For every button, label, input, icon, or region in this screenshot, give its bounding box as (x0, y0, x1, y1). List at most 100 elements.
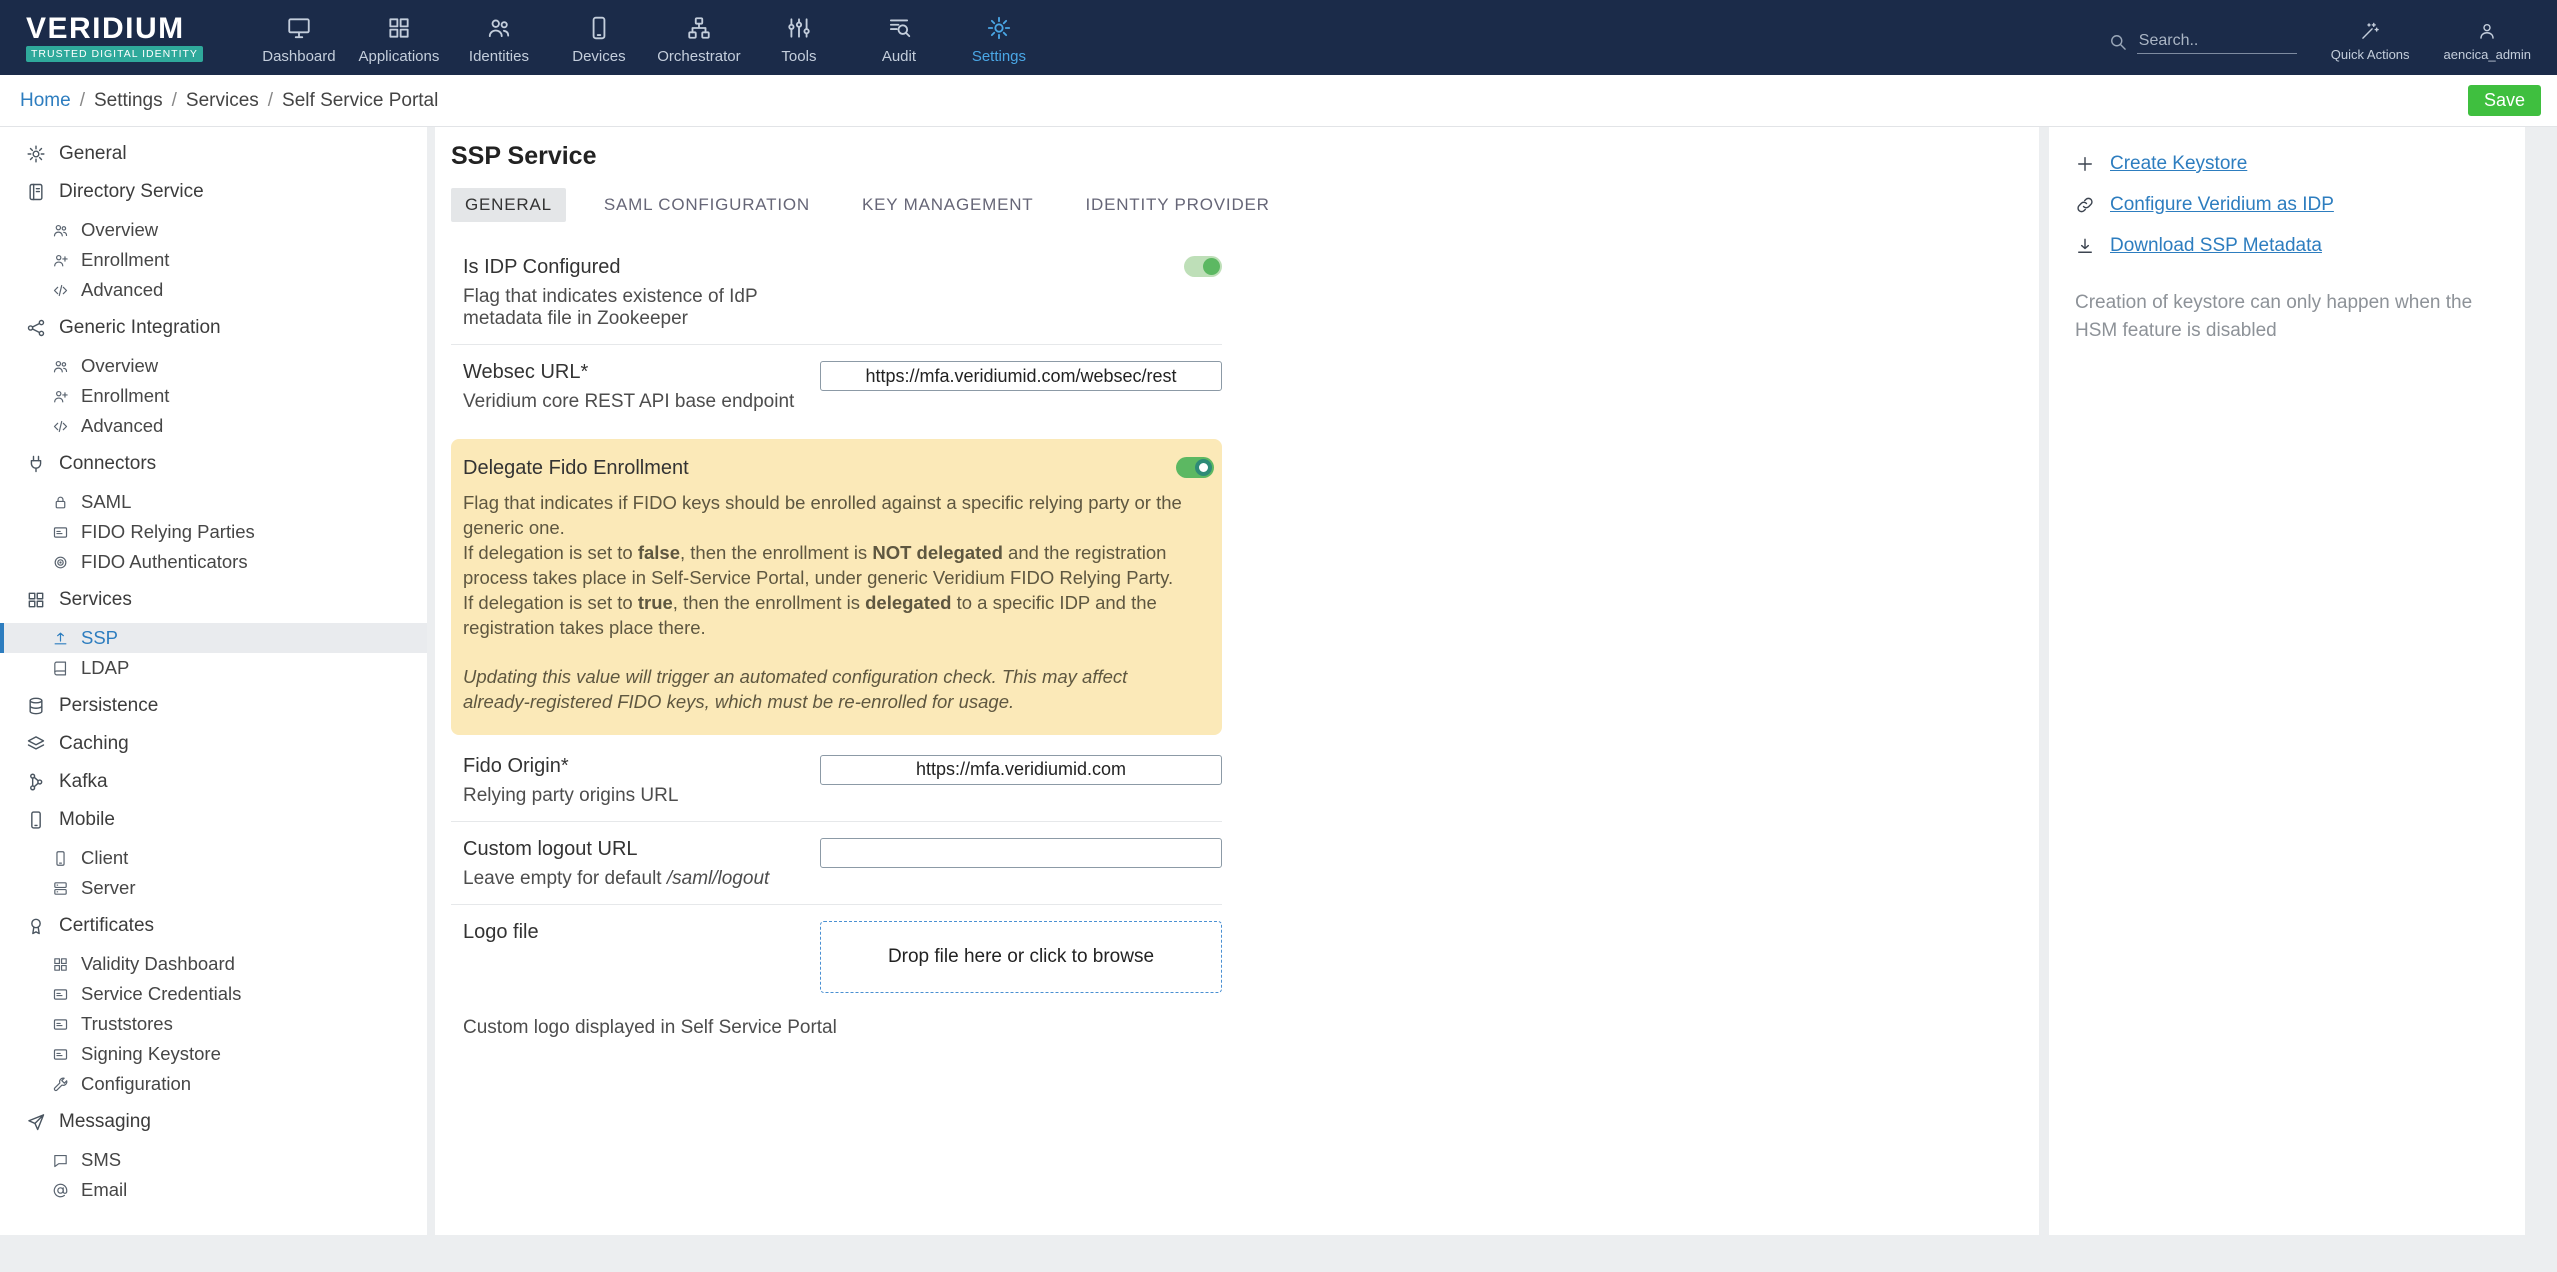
nav-item-devices[interactable]: Devices (549, 11, 649, 65)
sidebar-item-truststores[interactable]: Truststores (0, 1009, 427, 1039)
sidebar-item-ssp[interactable]: SSP (0, 623, 427, 653)
card-icon (52, 1016, 69, 1033)
search-icon[interactable] (2108, 32, 2128, 52)
sidebar-item-label: General (59, 143, 127, 164)
custom-logout-input[interactable] (820, 837, 1222, 868)
sidebar-item-kafka[interactable]: Kafka (0, 767, 427, 797)
sidebar-item-email[interactable]: Email (0, 1175, 427, 1205)
sidebar-item-generic-integration[interactable]: Generic Integration (0, 313, 427, 343)
card-icon (52, 986, 69, 1003)
tab-key-management[interactable]: KEY MANAGEMENT (848, 188, 1047, 222)
settings-sidebar: General Directory Service Overview Enrol… (0, 127, 427, 1235)
phone-icon (52, 850, 69, 867)
sidebar-item-label: Signing Keystore (81, 1043, 221, 1064)
nav-item-audit[interactable]: Audit (849, 11, 949, 65)
tab-identity-provider[interactable]: IDENTITY PROVIDER (1071, 188, 1283, 222)
sidebar-item-label: Client (81, 847, 129, 868)
sidebar-item-sms[interactable]: SMS (0, 1145, 427, 1175)
save-button[interactable]: Save (2467, 85, 2541, 116)
configure-veridium-idp-link[interactable]: Configure Veridium as IDP (2075, 194, 2507, 216)
nav-item-label: Identities (468, 47, 529, 65)
is-idp-configured-toggle[interactable] (1184, 256, 1222, 277)
chat-icon (52, 1152, 69, 1169)
nav-item-tools[interactable]: Tools (749, 11, 849, 65)
sidebar-item-label: SAML (81, 491, 132, 512)
action-label: Create Keystore (2110, 153, 2248, 174)
sidebar-item-fido-relying-parties[interactable]: FIDO Relying Parties (0, 517, 427, 547)
main-nav-items: Dashboard Applications Identities Device… (249, 11, 1049, 65)
hsm-note: Creation of keystore can only happen whe… (2075, 292, 2473, 341)
sidebar-item-persistence[interactable]: Persistence (0, 691, 427, 721)
field-fido-origin: Fido Origin* Relying party origins URL (451, 739, 1222, 821)
sidebar-item-label: Service Credentials (81, 983, 242, 1004)
user-menu[interactable]: aencica_admin (2444, 21, 2531, 62)
nav-item-dashboard[interactable]: Dashboard (249, 11, 349, 65)
field-label: Is IDP Configured (463, 256, 621, 278)
action-label: Configure Veridium as IDP (2110, 194, 2334, 215)
sidebar-item-services[interactable]: Services (0, 585, 427, 615)
sidebar-item-service-credentials[interactable]: Service Credentials (0, 979, 427, 1009)
nav-item-label: Audit (881, 47, 917, 65)
search-input[interactable] (2136, 29, 2297, 54)
enroll-icon (52, 388, 69, 405)
sidebar-item-caching[interactable]: Caching (0, 729, 427, 759)
field-help: Relying party origins URL (463, 784, 679, 806)
nav-right-cluster: Quick Actions aencica_admin (2108, 13, 2531, 62)
field-help: Flag that indicates existence of IdP met… (463, 286, 758, 329)
breadcrumb-home[interactable]: Home (20, 90, 71, 112)
breadcrumb-services[interactable]: Services (186, 90, 259, 112)
create-keystore-link[interactable]: Create Keystore (2075, 153, 2507, 175)
quick-actions-button[interactable]: Quick Actions (2331, 21, 2410, 62)
sidebar-item-directory-overview[interactable]: Overview (0, 215, 427, 245)
logo-file-dropzone[interactable]: Drop file here or click to browse (820, 920, 1222, 993)
sidebar-item-mobile-server[interactable]: Server (0, 873, 427, 903)
nav-item-applications[interactable]: Applications (349, 11, 449, 65)
tab-general[interactable]: GENERAL (451, 188, 566, 222)
sidebar-item-messaging[interactable]: Messaging (0, 1107, 427, 1137)
nav-item-label: Applications (358, 47, 440, 65)
search-box (2108, 21, 2297, 54)
nav-item-settings[interactable]: Settings (949, 11, 1049, 65)
nav-item-identities[interactable]: Identities (449, 11, 549, 65)
sidebar-item-label: Validity Dashboard (81, 953, 235, 974)
fido-origin-input[interactable] (820, 754, 1222, 785)
send-icon (26, 1112, 46, 1132)
sidebar-item-fido-authenticators[interactable]: FIDO Authenticators (0, 547, 427, 577)
grid-icon (52, 956, 69, 973)
sidebar-item-validity-dashboard[interactable]: Validity Dashboard (0, 949, 427, 979)
sidebar-item-connectors[interactable]: Connectors (0, 449, 427, 479)
download-ssp-metadata-link[interactable]: Download SSP Metadata (2075, 235, 2507, 257)
sidebar-item-label: Server (81, 877, 136, 898)
code-icon (52, 282, 69, 299)
sidebar-item-general[interactable]: General (0, 139, 427, 169)
sidebar-item-certificates[interactable]: Certificates (0, 911, 427, 941)
nav-item-orchestrator[interactable]: Orchestrator (649, 11, 749, 65)
sidebar-item-mobile-client[interactable]: Client (0, 843, 427, 873)
delegate-fido-enrollment-toggle[interactable] (1176, 457, 1214, 478)
websec-url-input[interactable] (820, 361, 1222, 391)
sidebar-item-label: Services (59, 589, 132, 610)
download-icon (2075, 236, 2095, 256)
nav-item-label: Orchestrator (657, 47, 741, 65)
sidebar-item-label: SSP (81, 627, 119, 648)
tab-saml-configuration[interactable]: SAML CONFIGURATION (590, 188, 824, 222)
sidebar-item-configuration[interactable]: Configuration (0, 1069, 427, 1099)
sidebar-item-directory-enrollment[interactable]: Enrollment (0, 245, 427, 275)
sidebar-item-label: Overview (81, 355, 159, 376)
logo-text: VERIDIUM (26, 11, 185, 45)
sidebar-item-integration-advanced[interactable]: Advanced (0, 411, 427, 441)
sidebar-item-integration-enrollment[interactable]: Enrollment (0, 381, 427, 411)
sidebar-item-signing-keystore[interactable]: Signing Keystore (0, 1039, 427, 1069)
logo-tagline: TRUSTED DIGITAL IDENTITY (26, 45, 203, 62)
sidebar-item-mobile[interactable]: Mobile (0, 805, 427, 835)
sidebar-item-saml[interactable]: SAML (0, 487, 427, 517)
sidebar-item-integration-overview[interactable]: Overview (0, 351, 427, 381)
content-area: General Directory Service Overview Enrol… (0, 127, 2557, 1235)
sidebar-item-directory-service[interactable]: Directory Service (0, 177, 427, 207)
directory-icon (26, 182, 46, 202)
nav-item-label: Settings (971, 47, 1027, 65)
breadcrumb-settings[interactable]: Settings (94, 90, 163, 112)
sidebar-item-directory-advanced[interactable]: Advanced (0, 275, 427, 305)
veridium-logo[interactable]: VERIDIUM TRUSTED DIGITAL IDENTITY (26, 11, 203, 62)
sidebar-item-ldap[interactable]: LDAP (0, 653, 427, 683)
